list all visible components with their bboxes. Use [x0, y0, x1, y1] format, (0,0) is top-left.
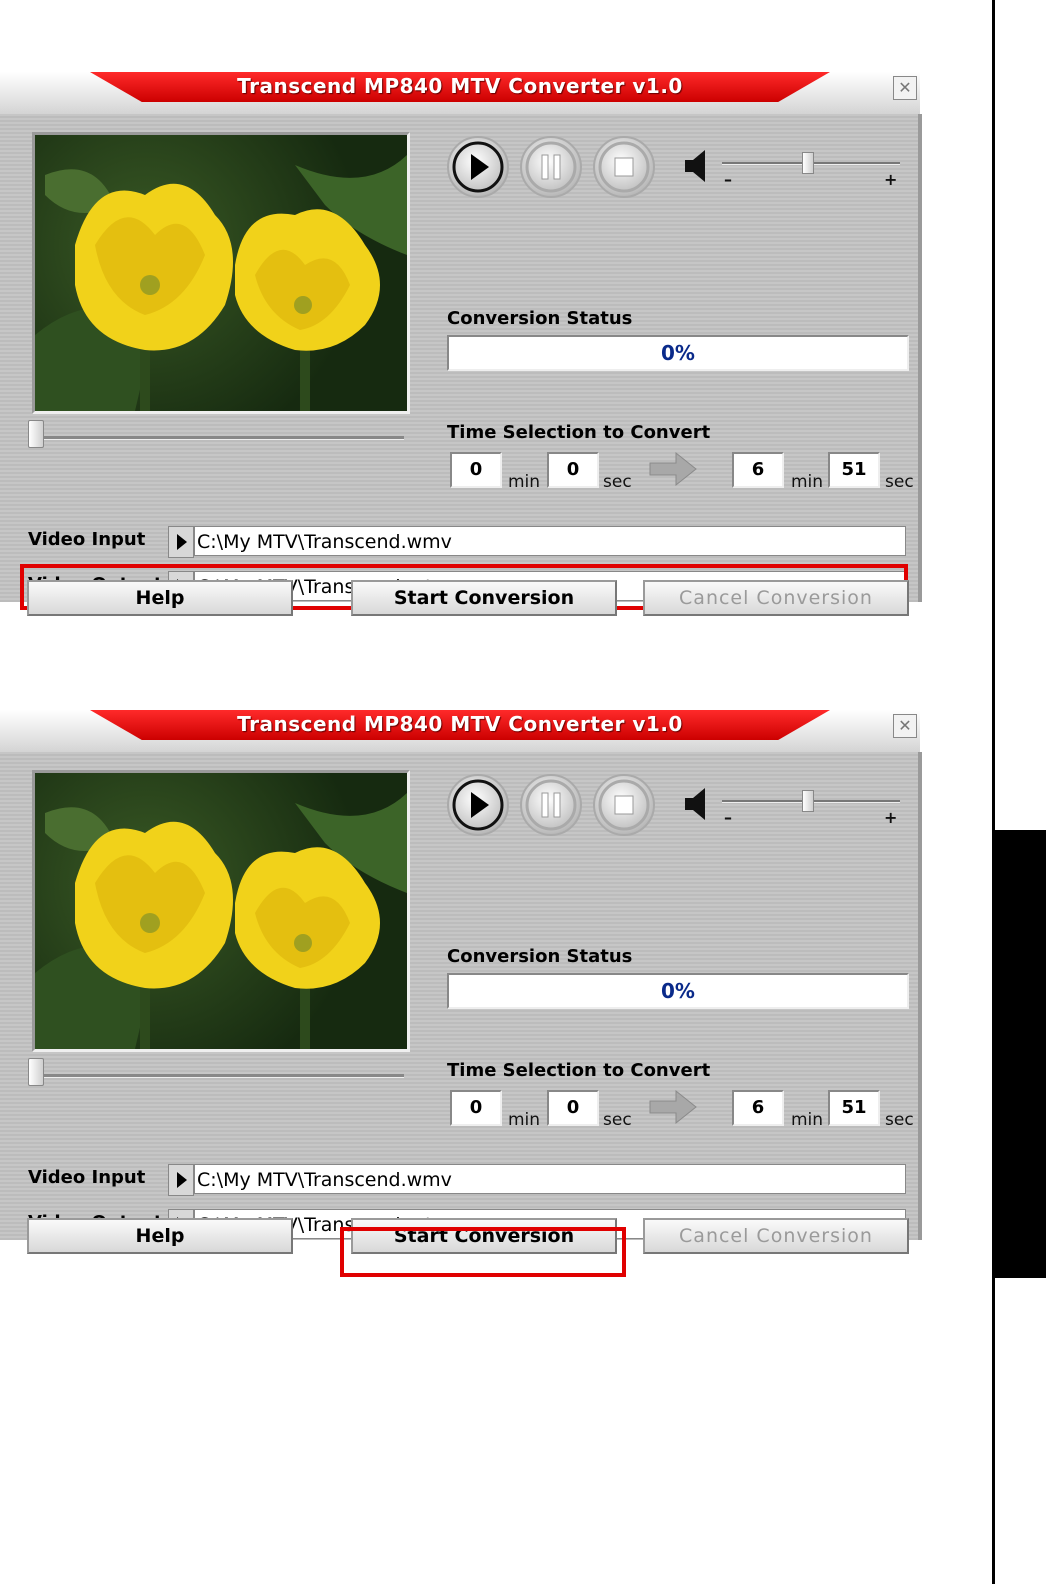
- pause-icon: [525, 779, 577, 831]
- volume-slider-handle[interactable]: [802, 790, 814, 812]
- seek-handle[interactable]: [28, 420, 44, 448]
- speaker-icon[interactable]: [683, 786, 707, 822]
- end-sec-field[interactable]: 51: [828, 452, 880, 488]
- play-icon: [452, 141, 504, 193]
- end-min-field[interactable]: 6: [732, 452, 784, 488]
- time-selection-label: Time Selection to Convert: [447, 1060, 711, 1081]
- help-button[interactable]: Help: [27, 1218, 293, 1254]
- title-bar[interactable]: Transcend MP840 MTV Converter v1.0 ✕: [0, 710, 920, 752]
- conversion-status-label: Conversion Status: [447, 946, 633, 967]
- end-min-unit: min: [791, 472, 824, 492]
- tulips-image: [35, 793, 407, 1049]
- stop-button[interactable]: [593, 774, 655, 836]
- video-input-browse-icon[interactable]: [168, 1164, 194, 1196]
- start-sec-unit: sec: [603, 1110, 632, 1130]
- play-icon: [452, 779, 504, 831]
- end-sec-field[interactable]: 51: [828, 1090, 880, 1126]
- end-sec-unit: sec: [885, 1110, 914, 1130]
- window-title: Transcend MP840 MTV Converter v1.0: [237, 74, 683, 98]
- help-button[interactable]: Help: [27, 580, 293, 616]
- pause-button[interactable]: [520, 774, 582, 836]
- video-input-browse-icon[interactable]: [168, 526, 194, 558]
- pause-button[interactable]: [520, 136, 582, 198]
- close-icon[interactable]: ✕: [893, 76, 917, 100]
- start-sec-field[interactable]: 0: [547, 452, 599, 488]
- video-input-field[interactable]: C:\My MTV\Transcend.wmv: [194, 1164, 906, 1194]
- video-preview: [32, 770, 410, 1052]
- volume-minus: –: [724, 170, 732, 189]
- close-icon[interactable]: ✕: [893, 714, 917, 738]
- video-input-row: C:\My MTV\Transcend.wmv: [168, 526, 908, 558]
- video-input-label: Video Input: [28, 1167, 146, 1188]
- pause-icon: [525, 141, 577, 193]
- converter-window-step2: Transcend MP840 MTV Converter v1.0 ✕ – +…: [0, 710, 922, 1277]
- start-sec-unit: sec: [603, 472, 632, 492]
- seek-handle[interactable]: [28, 1058, 44, 1086]
- video-input-field[interactable]: C:\My MTV\Transcend.wmv: [194, 526, 906, 556]
- side-tab-marker: [995, 830, 1046, 1278]
- window-body: – + Conversion Status 0% Time Selection …: [0, 114, 922, 616]
- stop-icon: [598, 141, 650, 193]
- window-title: Transcend MP840 MTV Converter v1.0: [237, 712, 683, 736]
- arrow-right-icon: [649, 1089, 697, 1125]
- play-button[interactable]: [447, 774, 509, 836]
- volume-plus: +: [884, 808, 898, 827]
- volume-minus: –: [724, 808, 732, 827]
- window-body: – + Conversion Status 0% Time Selection …: [0, 752, 922, 1277]
- conversion-progress-bar: 0%: [447, 335, 909, 371]
- start-min-field[interactable]: 0: [450, 452, 502, 488]
- start-min-unit: min: [508, 472, 541, 492]
- page-edge-rule: [992, 0, 995, 1584]
- seek-track[interactable]: [32, 436, 404, 440]
- cancel-conversion-button[interactable]: Cancel Conversion: [643, 580, 909, 616]
- start-conversion-button[interactable]: Start Conversion: [351, 580, 617, 616]
- volume-slider-handle[interactable]: [802, 152, 814, 174]
- arrow-right-icon: [649, 451, 697, 487]
- converter-window-step1: Transcend MP840 MTV Converter v1.0 ✕ – +…: [0, 72, 922, 616]
- highlight-start-conversion: [340, 1227, 626, 1277]
- video-input-row: C:\My MTV\Transcend.wmv: [168, 1164, 908, 1196]
- play-button[interactable]: [447, 136, 509, 198]
- time-selection-label: Time Selection to Convert: [447, 422, 711, 443]
- seek-track[interactable]: [32, 1074, 404, 1078]
- start-min-unit: min: [508, 1110, 541, 1130]
- end-sec-unit: sec: [885, 472, 914, 492]
- stop-icon: [598, 779, 650, 831]
- conversion-progress-bar: 0%: [447, 973, 909, 1009]
- start-sec-field[interactable]: 0: [547, 1090, 599, 1126]
- speaker-icon[interactable]: [683, 148, 707, 184]
- title-bar[interactable]: Transcend MP840 MTV Converter v1.0 ✕: [0, 72, 920, 114]
- stop-button[interactable]: [593, 136, 655, 198]
- end-min-field[interactable]: 6: [732, 1090, 784, 1126]
- volume-plus: +: [884, 170, 898, 189]
- start-min-field[interactable]: 0: [450, 1090, 502, 1126]
- video-preview: [32, 132, 410, 414]
- tulips-image: [35, 155, 407, 411]
- conversion-status-label: Conversion Status: [447, 308, 633, 329]
- end-min-unit: min: [791, 1110, 824, 1130]
- video-input-label: Video Input: [28, 529, 146, 550]
- cancel-conversion-button[interactable]: Cancel Conversion: [643, 1218, 909, 1254]
